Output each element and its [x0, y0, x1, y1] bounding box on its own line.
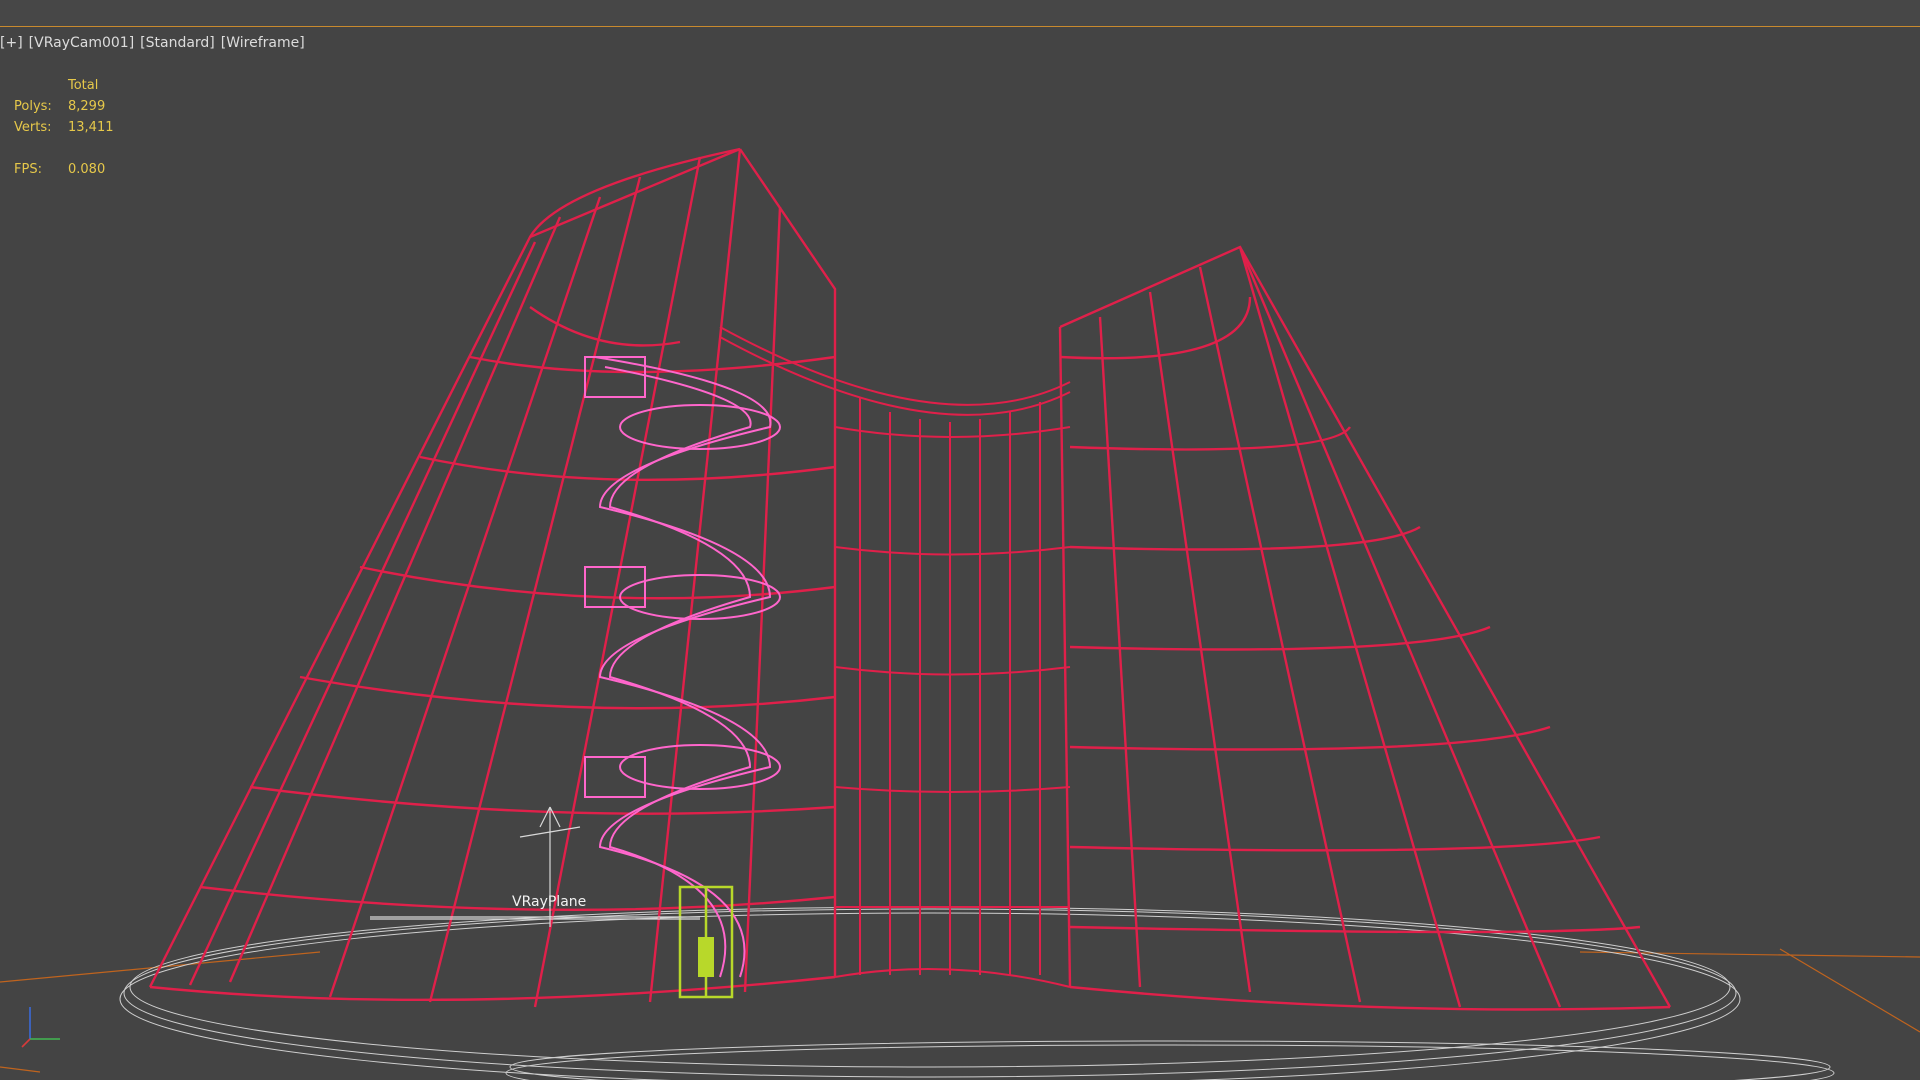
viewport-label-bar: [+] [VRayCam001] [Standard] [Wireframe] [0, 35, 305, 55]
right-cone-wireframe[interactable] [1058, 245, 1672, 1011]
viewport-camera-menu[interactable]: [VRayCam001] [29, 35, 135, 55]
fps-value: 0.080 [68, 162, 106, 177]
stats-header: Total [68, 78, 99, 93]
ground-ring [119, 906, 1835, 1080]
polys-value: 8,299 [68, 99, 106, 114]
top-toolbar-strip [0, 0, 1920, 27]
verts-value: 13,411 [68, 120, 114, 135]
vrayplane-label[interactable]: VRayPlane [512, 894, 586, 910]
viewport-display-menu[interactable]: [Wireframe] [221, 35, 305, 55]
viewport-menu-plus[interactable]: [+] [0, 35, 23, 55]
viewport-shading-menu[interactable]: [Standard] [140, 35, 215, 55]
scene-statistics: Total Polys: 8,299 Verts: 13,411 FPS: 0.… [14, 75, 158, 180]
ground-grid [0, 948, 1920, 1073]
polys-label: Polys: [14, 99, 52, 114]
x-axis-icon [21, 1038, 31, 1048]
wireframe-scene[interactable]: VRayPlane [0, 27, 1920, 1080]
central-wall-wireframe[interactable] [719, 326, 1071, 988]
fps-label: FPS: [14, 162, 42, 177]
axis-tripod [21, 1007, 60, 1048]
viewport-vraycam[interactable]: VRayPlane [+] [VRayCam001] [Standard] [W… [0, 27, 1920, 1080]
left-cone-wireframe[interactable] [148, 147, 837, 1008]
verts-label: Verts: [14, 120, 52, 135]
